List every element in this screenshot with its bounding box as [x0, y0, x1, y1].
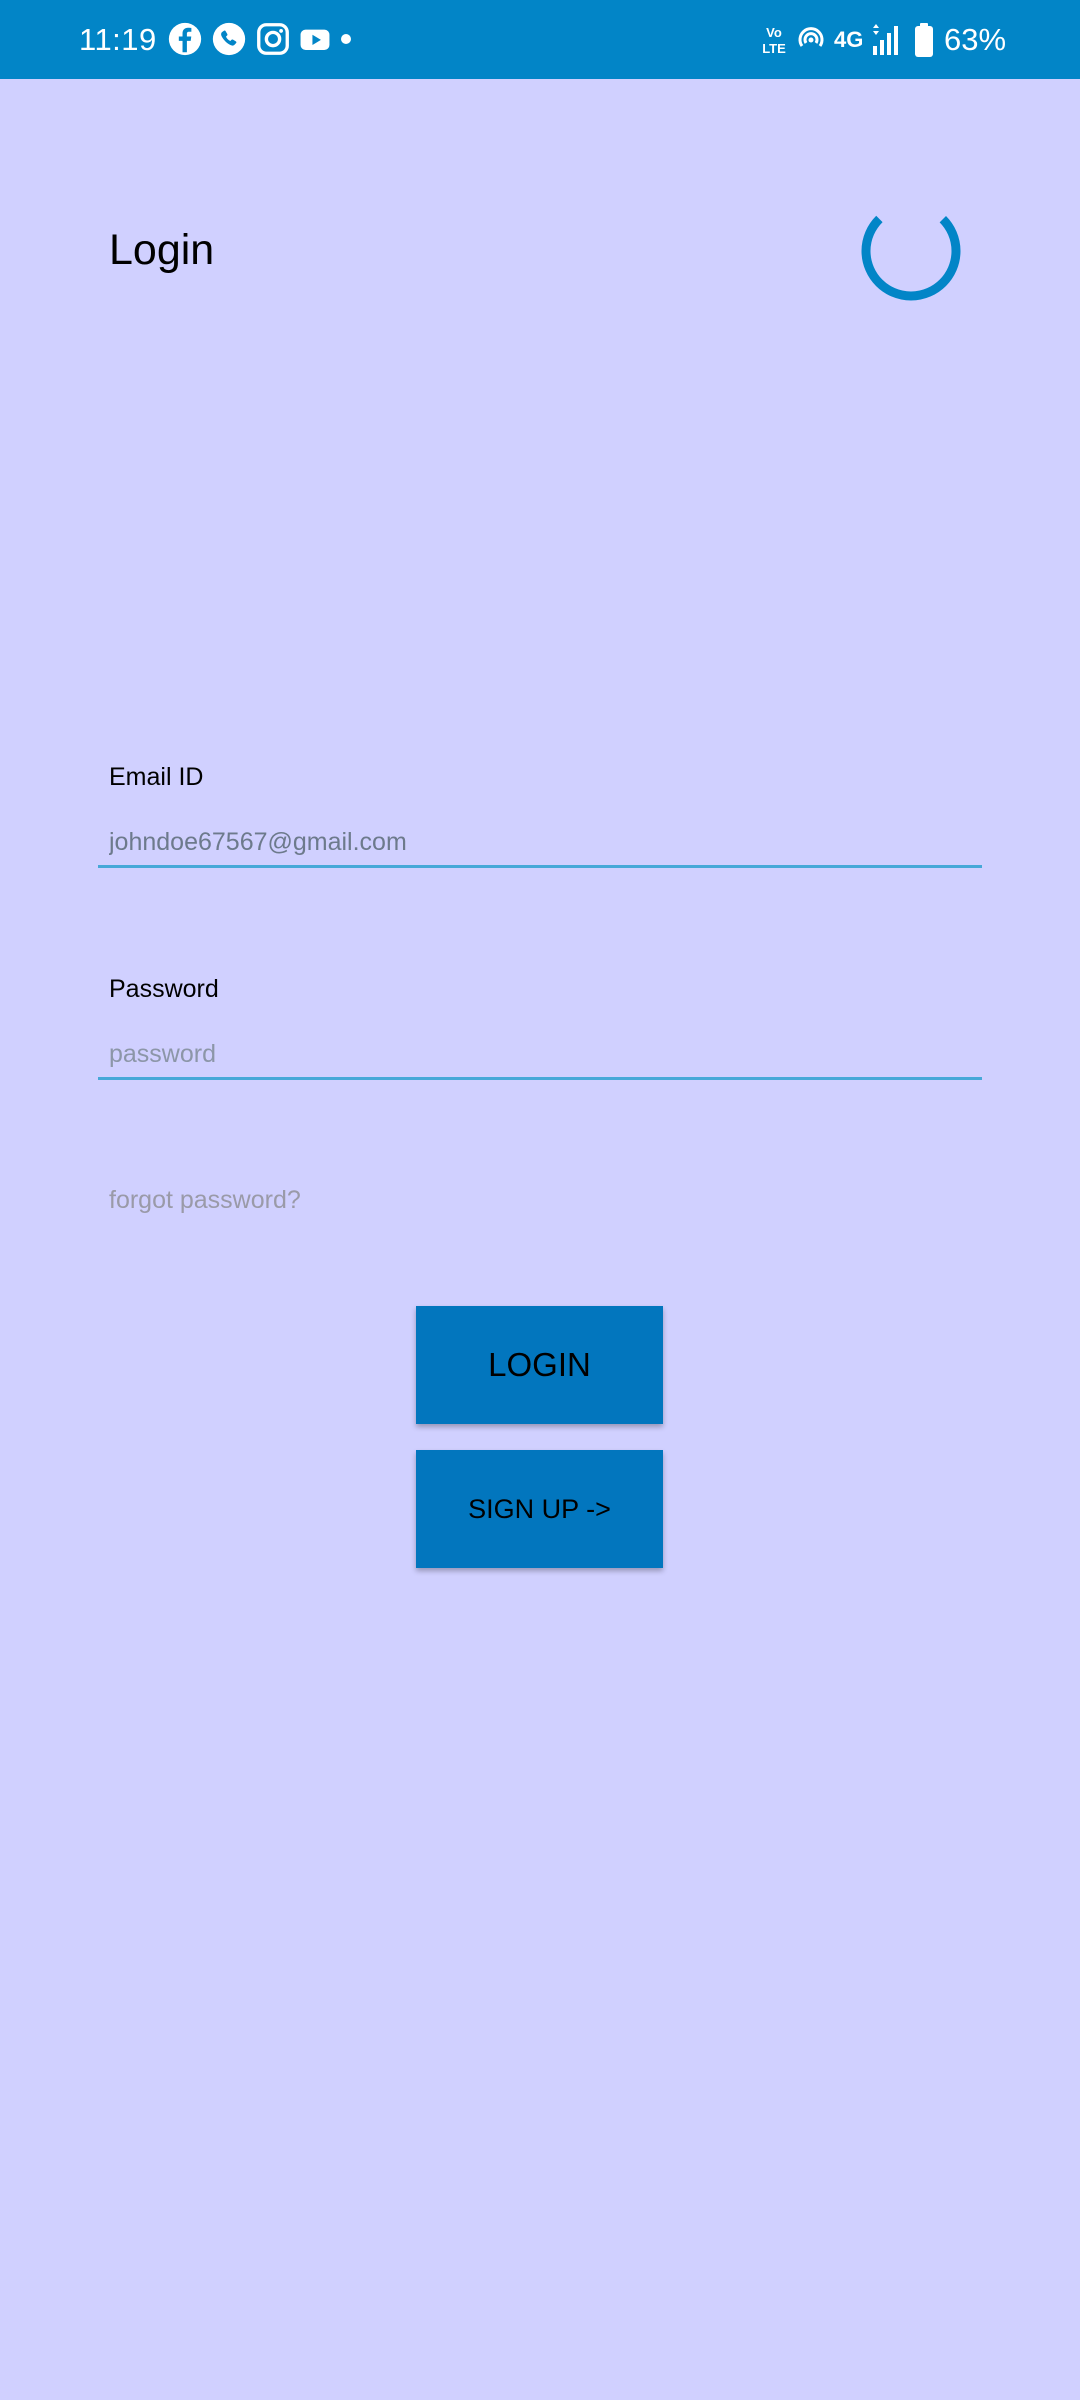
- svg-text:Vo: Vo: [766, 25, 782, 40]
- facebook-icon: [166, 20, 204, 58]
- notification-dot-icon: [341, 34, 351, 44]
- network-type: 4G: [834, 27, 864, 52]
- login-button[interactable]: LOGIN: [416, 1306, 663, 1424]
- youtube-icon: [298, 20, 332, 58]
- instagram-icon: [254, 20, 292, 58]
- email-field[interactable]: [98, 820, 982, 868]
- svg-text:LTE: LTE: [762, 41, 786, 56]
- signal-icon: [870, 22, 900, 58]
- volte-icon: Vo LTE: [760, 22, 788, 58]
- loading-spinner-icon: [858, 198, 964, 304]
- whatsapp-icon: [210, 20, 248, 58]
- password-label: Password: [109, 975, 219, 1003]
- forgot-password-link[interactable]: forgot password?: [109, 1184, 301, 1216]
- page-title: Login: [109, 226, 215, 274]
- login-screen: 11:19 Vo LTE 4G 63% Login Email ID johnd…: [0, 0, 1080, 2400]
- password-field[interactable]: [98, 1032, 982, 1080]
- status-time: 11:19: [79, 22, 157, 57]
- battery-percent: 63%: [944, 22, 1007, 57]
- hotspot-icon: [796, 22, 826, 58]
- battery-icon: [914, 22, 934, 58]
- status-bar: 11:19 Vo LTE 4G 63%: [0, 0, 1080, 79]
- email-label: Email ID: [109, 763, 204, 791]
- signup-button[interactable]: SIGN UP ->: [416, 1450, 663, 1568]
